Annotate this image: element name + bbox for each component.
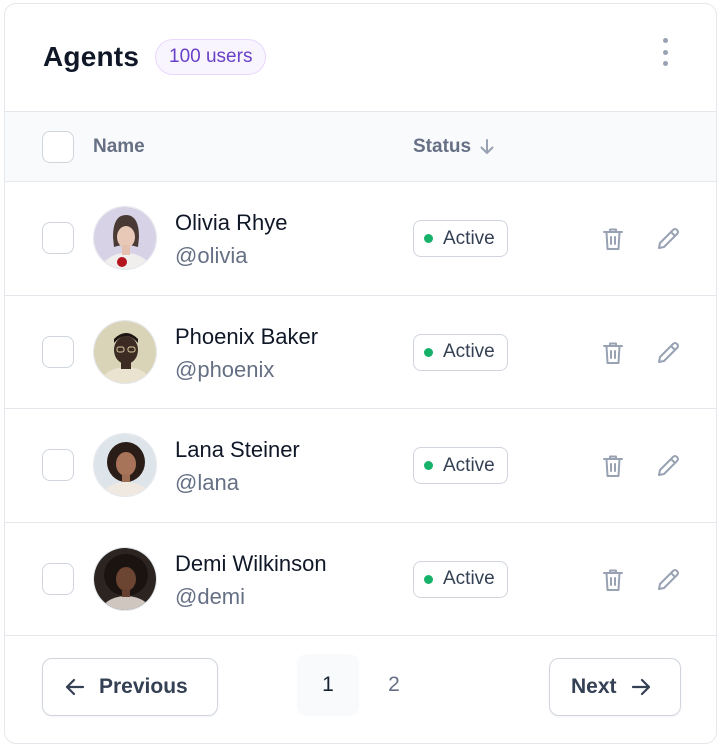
users-count-badge: 100 users: [155, 39, 267, 75]
previous-button[interactable]: Previous: [42, 658, 218, 716]
column-header-status[interactable]: Status: [413, 136, 495, 158]
more-options-button[interactable]: [655, 36, 675, 68]
table-header: Name Status: [5, 112, 716, 182]
pencil-icon[interactable]: [655, 226, 681, 252]
next-label: Next: [571, 675, 617, 698]
column-header-status-label: Status: [413, 136, 472, 157]
status-label: Active: [443, 227, 495, 249]
arrow-right-icon: [631, 678, 650, 696]
avatar: [93, 546, 157, 611]
status-badge: Active: [413, 560, 508, 598]
arrow-down-icon: [480, 139, 494, 154]
dot-icon: [662, 61, 668, 66]
user-handle: @demi: [175, 583, 246, 609]
pencil-icon[interactable]: [655, 453, 681, 479]
card-header: Agents 100 users: [5, 4, 716, 112]
status-dot-icon: [424, 234, 433, 243]
table-row: Lana Steiner @lana Active: [5, 409, 716, 523]
status-dot-icon: [424, 461, 433, 470]
status-badge: Active: [413, 220, 508, 257]
status-badge: Active: [413, 447, 508, 484]
row-checkbox[interactable]: [42, 449, 74, 481]
trash-icon[interactable]: [601, 340, 625, 366]
pagination: Previous 1 2 Next: [5, 636, 716, 743]
status-label: Active: [443, 454, 495, 476]
page-button-1[interactable]: 1: [297, 654, 359, 716]
user-name: Phoenix Baker: [175, 323, 319, 349]
table-row: Olivia Rhye @olivia Active: [5, 182, 716, 296]
trash-icon[interactable]: [601, 453, 625, 479]
page-title: Agents: [43, 41, 140, 72]
trash-icon[interactable]: [601, 567, 625, 593]
select-all-checkbox[interactable]: [42, 131, 74, 163]
pencil-icon[interactable]: [655, 340, 681, 366]
page-button-2[interactable]: 2: [363, 654, 425, 716]
arrow-left-icon: [65, 678, 85, 696]
dot-icon: [662, 38, 668, 43]
user-name: Demi Wilkinson: [175, 550, 327, 576]
dot-icon: [662, 49, 668, 55]
status-label: Active: [443, 568, 495, 589]
status-dot-icon: [424, 347, 433, 357]
table-row: Phoenix Baker @phoenix Active: [5, 296, 716, 409]
user-name: Lana Steiner: [175, 437, 300, 462]
status-dot-icon: [424, 574, 433, 584]
column-header-name[interactable]: Name: [93, 136, 145, 158]
avatar: [93, 433, 157, 497]
trash-icon[interactable]: [601, 226, 625, 252]
user-handle: @phoenix: [175, 356, 275, 382]
pencil-icon[interactable]: [655, 567, 681, 593]
row-checkbox[interactable]: [42, 335, 74, 368]
status-label: Active: [443, 341, 495, 362]
user-handle: @olivia: [175, 243, 248, 268]
row-checkbox[interactable]: [42, 562, 74, 595]
agents-card: Agents 100 users Name Status Olivia Rhye…: [4, 3, 717, 744]
status-badge: Active: [413, 333, 508, 371]
user-name: Olivia Rhye: [175, 210, 288, 235]
next-button[interactable]: Next: [549, 658, 681, 716]
row-checkbox[interactable]: [42, 222, 74, 254]
previous-label: Previous: [99, 675, 188, 698]
avatar: [93, 206, 157, 270]
avatar: [93, 319, 157, 384]
user-handle: @lana: [175, 470, 239, 495]
table-row: Demi Wilkinson @demi Active: [5, 523, 716, 636]
